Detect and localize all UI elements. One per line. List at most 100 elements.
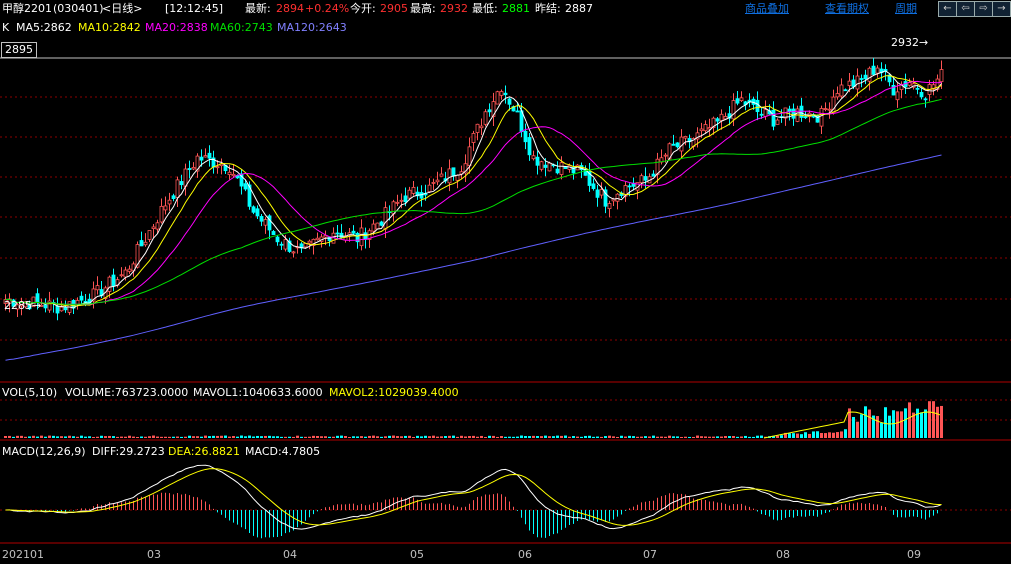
candle-body: [823, 108, 828, 110]
candle-body: [279, 243, 284, 246]
x-label-05: 05: [410, 548, 424, 561]
volume-bar: [324, 436, 327, 438]
volume-bar: [416, 435, 419, 438]
volume-bar: [528, 436, 531, 438]
candle-body: [543, 164, 548, 168]
volume-bar: [392, 435, 395, 438]
volume-bar: [620, 435, 623, 438]
candle-body: [207, 152, 212, 159]
volume-bar: [384, 436, 387, 438]
candle-body: [683, 136, 688, 139]
candle-body: [523, 130, 528, 143]
candle-body: [147, 230, 152, 240]
volume-bar: [48, 435, 51, 438]
candle-body: [763, 109, 768, 117]
volume-bar: [436, 436, 439, 438]
volume-bar: [508, 436, 511, 438]
volume-bar: [808, 433, 811, 438]
volume-bar: [120, 436, 123, 438]
candle-body: [663, 154, 668, 157]
volume-bar: [804, 432, 807, 438]
volume-bar: [372, 435, 375, 438]
volume-bar: [52, 435, 55, 438]
candle-body: [411, 186, 416, 194]
volume-bar: [916, 408, 919, 438]
candle-body: [719, 113, 724, 122]
volume-bar: [572, 436, 575, 438]
volume-bar: [488, 435, 491, 438]
volume-bar: [16, 435, 19, 438]
candle-body: [923, 98, 928, 101]
candle-body: [251, 206, 256, 213]
kline-chart[interactable]: [0, 0, 1011, 564]
volume-bar: [876, 416, 879, 438]
candle-body: [559, 162, 564, 175]
volume-bar: [720, 436, 723, 438]
volume-bar: [412, 436, 415, 438]
volume-bar: [736, 436, 739, 438]
volume-bar: [476, 436, 479, 438]
high-annotation: 2932→: [891, 36, 929, 49]
candle-body: [151, 226, 156, 229]
volume-bar: [896, 411, 899, 438]
candle-body: [847, 80, 852, 87]
candle-body: [507, 98, 512, 105]
volume-bar: [520, 435, 523, 438]
candle-body: [639, 175, 644, 184]
volume-bar: [852, 416, 855, 438]
volume-bar: [84, 436, 87, 438]
diff-value: DIFF:29.2723: [92, 445, 165, 458]
volume-bar: [936, 406, 939, 438]
candle-body: [391, 201, 396, 215]
candle-body: [475, 123, 480, 133]
volume-bar: [640, 436, 643, 438]
main-legend-prefix: K: [2, 21, 10, 34]
candle-body: [859, 78, 864, 80]
volume-bar: [24, 436, 27, 438]
volume-bar: [796, 433, 799, 438]
volume-bar: [336, 435, 339, 438]
candle-body: [479, 125, 484, 129]
candle-body: [143, 241, 148, 246]
volume-bar: [868, 409, 871, 438]
candle-body: [407, 189, 412, 199]
candle-body: [843, 89, 848, 92]
volume-bar: [172, 436, 175, 438]
current-price-box: 2895: [1, 42, 37, 58]
volume-bar: [492, 435, 495, 438]
volume-bar: [316, 436, 319, 438]
volume-bar: [780, 435, 783, 438]
volume-bar: [156, 436, 159, 438]
candle-body: [867, 67, 872, 82]
candle-body: [399, 199, 404, 202]
candle-body: [483, 111, 488, 125]
ma10-value: MA10:2842: [78, 21, 141, 34]
volume-bar: [268, 435, 271, 438]
volume-bar: [100, 435, 103, 438]
volume-bar: [152, 435, 155, 438]
volume-bar: [388, 435, 391, 438]
volume-bar: [8, 435, 11, 438]
volume-bar: [12, 436, 15, 438]
volume-bar: [740, 436, 743, 438]
volume-bar: [716, 436, 719, 438]
volume-bar: [848, 408, 851, 438]
volume-bar: [632, 436, 635, 438]
volume-bar: [616, 436, 619, 438]
candle-body: [431, 182, 436, 184]
volume-bar: [516, 436, 519, 438]
candle-body: [539, 161, 544, 170]
candle-body: [451, 167, 456, 177]
candle-body: [775, 119, 780, 125]
volume-bar: [180, 436, 183, 438]
volume-bar: [836, 432, 839, 438]
volume-bar: [36, 436, 39, 438]
candle-body: [499, 91, 504, 96]
volume-bar: [744, 435, 747, 438]
volume-bar: [464, 436, 467, 438]
candle-body: [55, 305, 60, 314]
volume-bar: [332, 436, 335, 438]
volume-bar: [428, 436, 431, 438]
volume-bar: [20, 435, 23, 438]
volume-bar: [56, 436, 59, 438]
